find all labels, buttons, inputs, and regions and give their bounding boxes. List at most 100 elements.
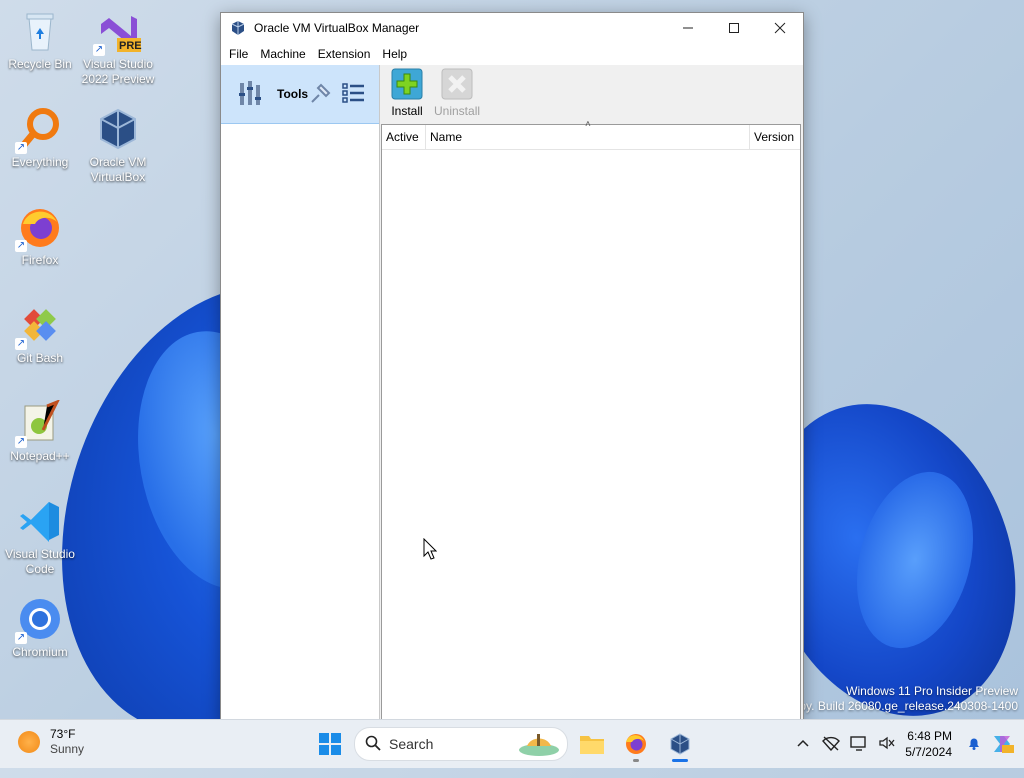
menu-file[interactable]: File xyxy=(225,47,256,61)
copilot-icon[interactable] xyxy=(988,732,1016,757)
desktop-icon-label: Notepad++ xyxy=(10,449,70,463)
title-bar[interactable]: Oracle VM VirtualBox Manager xyxy=(221,13,803,43)
desktop-icon-virtualbox[interactable]: Oracle VM VirtualBox xyxy=(78,106,158,185)
table-header: Active Name Version xyxy=(382,125,800,150)
menu-help[interactable]: Help xyxy=(378,47,415,61)
search-icon xyxy=(365,735,381,754)
desktop-icon-label: Chromium xyxy=(12,645,68,659)
taskbar: 73°F Sunny Search 6:48 PM 5/7/2024 xyxy=(0,719,1024,768)
desktop-icon-label: Oracle VM VirtualBox xyxy=(89,155,147,184)
chevron-up-icon[interactable] xyxy=(789,736,817,752)
menu-bar: File Machine Extension Help xyxy=(221,43,803,65)
install-label: Install xyxy=(391,104,423,118)
git-bash-icon: ↗ xyxy=(15,302,63,350)
weather-widget[interactable]: 73°F Sunny xyxy=(18,727,84,757)
menu-extension[interactable]: Extension xyxy=(314,47,379,61)
uninstall-icon xyxy=(441,68,473,100)
uninstall-label: Uninstall xyxy=(434,104,481,118)
watermark-line: copy. Build 26080.ge_release.240308-1400 xyxy=(786,699,1018,713)
virtualbox-icon xyxy=(670,733,690,755)
desktop-icon-visual-studio[interactable]: PRE ↗ Visual Studio 2022 Preview xyxy=(78,8,158,87)
column-header-version[interactable]: Version xyxy=(750,125,800,149)
active-indicator xyxy=(672,759,688,762)
running-indicator xyxy=(633,759,639,762)
firefox-icon: ↗ xyxy=(15,204,63,252)
clock[interactable]: 6:48 PM 5/7/2024 xyxy=(905,728,952,760)
folder-icon xyxy=(580,736,604,754)
close-button[interactable] xyxy=(757,13,803,43)
window-body: Tools Install Uninstall ˄ Active Name Ve… xyxy=(221,65,803,721)
desktop-icon-label: Recycle Bin xyxy=(8,57,72,71)
tools-label: Tools xyxy=(277,87,309,101)
desktop-icon-label: Git Bash xyxy=(16,351,64,365)
watermark-line: Windows 11 Pro Insider Preview xyxy=(846,684,1018,698)
shortcut-arrow-icon: ↗ xyxy=(15,142,27,154)
recycle-bin-icon xyxy=(17,8,63,54)
sun-icon xyxy=(18,731,40,753)
mouse-cursor-icon xyxy=(423,537,438,563)
preview-badge: PRE xyxy=(119,40,142,52)
windows-logo-icon xyxy=(319,733,341,755)
extensions-pane: Install Uninstall ˄ Active Name Version xyxy=(381,65,803,721)
desktop-icon-firefox[interactable]: ↗ Firefox xyxy=(0,204,80,268)
weather-condition: Sunny xyxy=(50,742,85,756)
desktop-icon-label: Visual Studio 2022 Preview xyxy=(81,57,155,86)
maximize-button[interactable] xyxy=(711,13,757,43)
desktop-icon-label: Firefox xyxy=(21,253,59,267)
network-icon[interactable] xyxy=(817,735,845,754)
desktop-icon-everything[interactable]: ↗ Everything xyxy=(0,106,80,170)
desktop-icon-label: Visual Studio Code xyxy=(5,547,75,576)
search-highlight-icon xyxy=(517,730,561,761)
column-header-name[interactable]: Name xyxy=(426,125,750,149)
extensions-toolbar: Install Uninstall xyxy=(381,65,803,123)
virtualbox-manager-window: Oracle VM VirtualBox Manager File Machin… xyxy=(220,12,804,722)
firefox-icon xyxy=(626,734,646,754)
desktop-icon-vscode[interactable]: Visual Studio Code xyxy=(0,498,80,577)
taskbar-search-box[interactable]: Search xyxy=(354,727,568,761)
os-watermark: Windows 11 Pro Insider Preview copy. Bui… xyxy=(787,684,1018,714)
system-tray: 6:48 PM 5/7/2024 xyxy=(789,720,1024,768)
shortcut-arrow-icon: ↗ xyxy=(93,44,105,56)
virtualbox-icon xyxy=(230,20,246,36)
install-button[interactable]: Install xyxy=(384,65,430,118)
machine-list-pane: Tools xyxy=(221,65,380,721)
notepad-plus-plus-icon: ↗ xyxy=(15,399,63,448)
minimize-button[interactable] xyxy=(665,13,711,43)
list-menu-icon[interactable] xyxy=(342,81,366,108)
column-header-active[interactable]: Active xyxy=(382,125,426,149)
shortcut-arrow-icon: ↗ xyxy=(15,436,27,448)
taskbar-firefox[interactable] xyxy=(616,724,656,764)
desktop-icon-recycle-bin[interactable]: Recycle Bin xyxy=(0,8,80,72)
shortcut-arrow-icon: ↗ xyxy=(15,338,27,350)
display-icon[interactable] xyxy=(845,735,873,754)
pin-icon xyxy=(310,82,332,107)
virtualbox-icon xyxy=(95,106,141,152)
vscode-icon xyxy=(17,498,63,544)
desktop-icon-chromium[interactable]: ↗ Chromium xyxy=(0,596,80,660)
install-icon xyxy=(391,68,423,100)
taskbar-file-explorer[interactable] xyxy=(572,724,612,764)
tools-icon xyxy=(237,77,269,112)
desktop-icon-git-bash[interactable]: ↗ Git Bash xyxy=(0,302,80,366)
clock-date: 5/7/2024 xyxy=(905,745,952,759)
uninstall-button[interactable]: Uninstall xyxy=(434,65,480,118)
tools-item[interactable]: Tools xyxy=(221,65,379,124)
everything-search-icon: ↗ xyxy=(15,106,63,154)
desktop-icon-notepad-plus-plus[interactable]: ↗ Notepad++ xyxy=(0,399,80,464)
clock-time: 6:48 PM xyxy=(907,729,952,743)
desktop-icon-label: Everything xyxy=(11,155,69,169)
shortcut-arrow-icon: ↗ xyxy=(15,240,27,252)
weather-temperature: 73°F xyxy=(50,727,76,741)
taskbar-apps: Search xyxy=(310,724,700,764)
start-button[interactable] xyxy=(310,724,350,764)
chromium-icon: ↗ xyxy=(15,596,63,644)
shortcut-arrow-icon: ↗ xyxy=(15,632,27,644)
menu-machine[interactable]: Machine xyxy=(256,47,313,61)
search-label: Search xyxy=(389,736,434,752)
extension-packs-table: ˄ Active Name Version xyxy=(381,119,801,721)
window-title: Oracle VM VirtualBox Manager xyxy=(254,21,420,35)
visual-studio-icon: PRE ↗ xyxy=(93,8,142,56)
volume-icon[interactable] xyxy=(873,735,901,754)
notification-bell-icon[interactable] xyxy=(960,735,988,754)
taskbar-virtualbox[interactable] xyxy=(660,724,700,764)
